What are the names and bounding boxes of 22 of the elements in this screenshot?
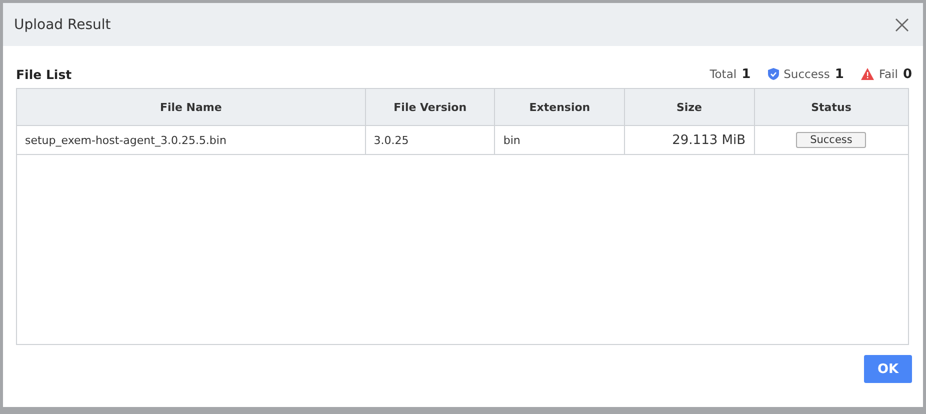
- column-header: Status: [810, 100, 852, 116]
- ok-button[interactable]: OK: [864, 355, 912, 383]
- column-header: File Version: [366, 89, 496, 125]
- column-header: File Name: [17, 89, 366, 125]
- summary-label: Fail: [878, 67, 898, 81]
- summary-label: Total: [710, 67, 737, 81]
- summary-count: 1: [834, 66, 844, 82]
- close-icon[interactable]: [895, 18, 909, 32]
- table-cell: 3.0.25: [366, 126, 496, 154]
- table-cell: bin: [495, 126, 625, 154]
- file-list-title: File List: [16, 66, 72, 82]
- status-badge: Success: [796, 132, 866, 148]
- column-header: Extension: [495, 89, 625, 125]
- summary-label: Success: [784, 67, 830, 81]
- table-cell: setup_exem-host-agent_3.0.25.5.bin: [17, 126, 366, 154]
- summary-count: 1: [742, 66, 751, 82]
- dialog-title: Upload Result: [14, 16, 111, 32]
- table-cell: 29.113 MiB: [624, 126, 754, 154]
- shield-icon: [768, 68, 779, 80]
- warning-icon: [860, 68, 874, 80]
- column-header: Size: [624, 89, 755, 125]
- summary-count: 0: [902, 66, 912, 82]
